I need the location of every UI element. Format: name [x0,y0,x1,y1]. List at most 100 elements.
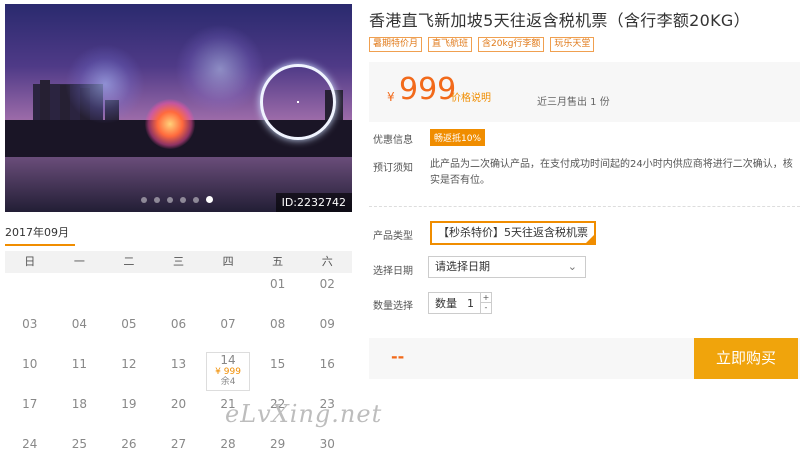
calendar-day[interactable]: 04 [55,313,105,353]
calendar-day-number: 10 [22,357,38,371]
calendar-empty-cell [5,273,55,313]
calendar-day-number: 16 [319,357,335,371]
calendar-day-stock: 余4 [220,377,236,387]
month-tab[interactable]: 2017年09月 [5,224,75,246]
calendar-day[interactable]: 17 [5,393,55,433]
carousel-dot-active[interactable] [206,196,213,203]
calendar-day[interactable]: 12 [104,353,154,393]
photo-id-label: ID:2232742 [275,193,352,212]
calendar-day-number: 25 [71,437,87,451]
calendar-empty-cell [154,273,204,313]
carousel-dot[interactable] [154,197,160,203]
ferris-wheel-shape [260,64,336,140]
weekday-label: 四 [222,255,234,268]
calendar-day[interactable]: 06 [154,313,204,353]
calendar-day[interactable]: 25 [55,433,105,473]
carousel-dots[interactable] [141,196,213,203]
carousel-dot[interactable] [180,197,186,203]
calendar-day[interactable]: 15 [253,353,303,393]
price-note-link[interactable]: 价格说明 [451,89,491,104]
calendar-day-number: 26 [121,437,137,451]
calendar-day[interactable]: 16 [302,353,352,393]
product-tag: 含20kg行李额 [478,37,545,52]
qty-value[interactable]: 1 [461,297,480,310]
date-select-value: 请选择日期 [435,260,490,273]
calendar-day[interactable]: 26 [104,433,154,473]
calendar-day-number: 03 [22,317,38,331]
calendar-day[interactable]: 02 [302,273,352,313]
calendar-day[interactable]: 14 ¥ 999 余4 [203,352,253,393]
calendar-day-number: 05 [121,317,137,331]
calendar-day[interactable]: 01 [253,273,303,313]
product-photo[interactable]: ID:2232742 [5,4,352,212]
carousel-dot[interactable] [141,197,147,203]
product-type-option[interactable]: 【秒杀特价】5天往返含税机票 [430,221,596,245]
calendar-day[interactable]: 19 [104,393,154,433]
calendar-day[interactable]: 28 [203,433,253,473]
tag-list: 暑期特价月 直飞航班 含20kg行李额 玩乐天堂 [369,37,595,52]
qty-label: 数量选择 [373,301,413,312]
calendar-day[interactable]: 07 [203,313,253,353]
calendar-day[interactable]: 05 [104,313,154,353]
divider [369,206,800,207]
calendar-empty-cell [203,273,253,313]
weekday-label: 一 [73,255,85,268]
qty-field-label: 数量 [435,297,457,310]
date-select[interactable]: 请选择日期 ⌄ [428,256,586,278]
calendar-day[interactable]: 13 [154,353,204,393]
qty-minus-button[interactable]: - [481,302,491,312]
calendar-day[interactable]: 20 [154,393,204,433]
calendar-day-number: 07 [220,317,236,331]
calendar-day[interactable]: 11 [55,353,105,393]
quantity-stepper[interactable]: 数量 1 + - [428,292,492,314]
firework-shape [145,99,195,149]
weekday-label: 六 [321,255,333,268]
total-price: -- [391,347,405,366]
sold-count: 近三月售出 1 份 [537,97,610,108]
calendar-day[interactable]: 18 [55,393,105,433]
calendar-day-number: 28 [220,437,236,451]
buy-bar: -- 立即购买 [369,338,800,379]
weekday-label: 三 [172,255,184,268]
calendar-day-number: 15 [269,357,286,371]
watermark: eLvXing.net [225,400,383,428]
calendar-day-number: 29 [269,437,286,451]
chevron-down-icon: ⌄ [567,260,577,273]
right-panel: 香港直飞新加坡5天往返含税机票（含行李额20KG） 暑期特价月 直飞航班 含20kg… [369,0,800,451]
calendar-day[interactable]: 03 [5,313,55,353]
currency-symbol: ¥ [387,90,395,104]
promo-label: 优惠信息 [373,135,413,146]
qty-buttons: + - [480,293,491,313]
price-value: 999 [399,72,457,107]
calendar-day[interactable]: 24 [5,433,55,473]
calendar-day[interactable]: 27 [154,433,204,473]
left-panel: ID:2232742 2017年09月 日 一 二 三 四 五 六 01 02 03 04 05 06… [0,0,353,451]
buy-now-button[interactable]: 立即购买 [694,338,798,379]
calendar-day-number: 12 [121,357,137,371]
firework-shape [65,44,145,124]
calendar-day[interactable]: 30 [302,433,352,473]
calendar-empty-cell [55,273,105,313]
calendar: 日 一 二 三 四 五 六 01 02 03 04 05 06 07 08 09 10 11 12 13 14 ¥ 99… [5,251,352,473]
product-tag: 直飞航班 [428,37,473,52]
product-title: 香港直飞新加坡5天往返含税机票（含行李额20KG） [369,11,750,30]
calendar-day-number: 13 [170,357,187,371]
calendar-day[interactable]: 29 [253,433,303,473]
carousel-dot[interactable] [167,197,173,203]
product-tag: 暑期特价月 [369,37,423,52]
calendar-day-number: 09 [319,317,335,331]
calendar-day-price: ¥ 999 [215,367,241,377]
carousel-dot[interactable] [193,197,199,203]
price-box: ¥ 999 价格说明 近三月售出 1 份 [369,62,800,122]
type-label: 产品类型 [373,231,413,242]
calendar-day[interactable]: 10 [5,353,55,393]
calendar-day[interactable]: 09 [302,313,352,353]
calendar-empty-cell [104,273,154,313]
calendar-day-number: 11 [71,357,87,371]
calendar-day-number: 18 [71,397,87,411]
qty-plus-button[interactable]: + [481,293,491,302]
calendar-day-number: 19 [121,397,137,411]
calendar-day[interactable]: 08 [253,313,303,353]
calendar-day-number: 06 [170,317,187,331]
calendar-day-number: 01 [269,277,286,291]
